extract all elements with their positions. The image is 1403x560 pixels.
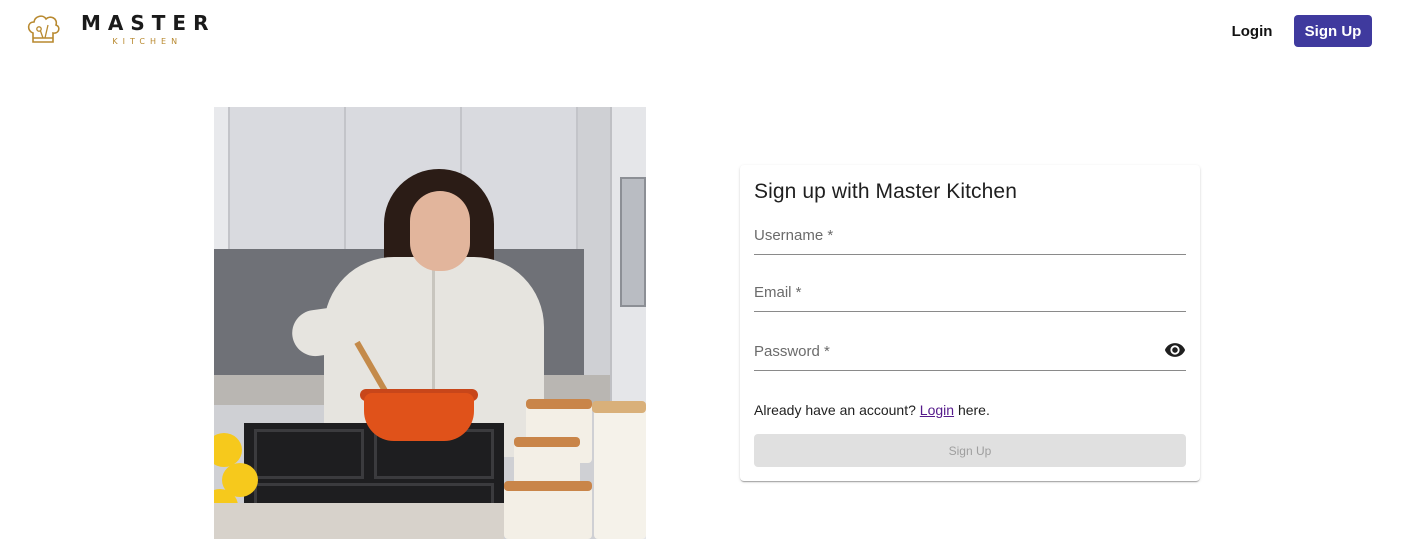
signup-title: Sign up with Master Kitchen xyxy=(754,180,1017,203)
brand-wordmark: MASTER KITCHEN xyxy=(74,12,216,48)
email-field[interactable]: Email * xyxy=(754,276,1186,312)
login-prompt-suffix: here. xyxy=(957,402,990,418)
nav-login-button[interactable]: Login xyxy=(1222,15,1282,47)
signup-card: Sign up with Master Kitchen Username * E… xyxy=(740,165,1200,481)
eye-icon[interactable] xyxy=(1164,339,1186,361)
nav-signup-button[interactable]: Sign Up xyxy=(1294,15,1372,47)
username-input[interactable] xyxy=(754,225,1186,249)
chef-hat-icon xyxy=(27,15,60,43)
password-field[interactable]: Password * xyxy=(754,335,1186,371)
brand-tagline: KITCHEN xyxy=(112,37,183,46)
hero-image xyxy=(214,107,646,539)
password-input[interactable] xyxy=(754,341,1154,365)
top-nav: MASTER KITCHEN Login Sign Up xyxy=(0,0,1403,62)
signup-submit-button[interactable]: Sign Up xyxy=(754,434,1186,467)
username-field[interactable]: Username * xyxy=(754,219,1186,255)
login-link[interactable]: Login xyxy=(920,402,954,418)
email-input[interactable] xyxy=(754,282,1186,306)
brand-logo[interactable]: MASTER KITCHEN xyxy=(24,11,216,49)
login-prompt-prefix: Already have an account? xyxy=(754,402,916,418)
login-prompt: Already have an account? Login here. xyxy=(754,402,990,418)
brand-name: MASTER xyxy=(81,11,216,35)
